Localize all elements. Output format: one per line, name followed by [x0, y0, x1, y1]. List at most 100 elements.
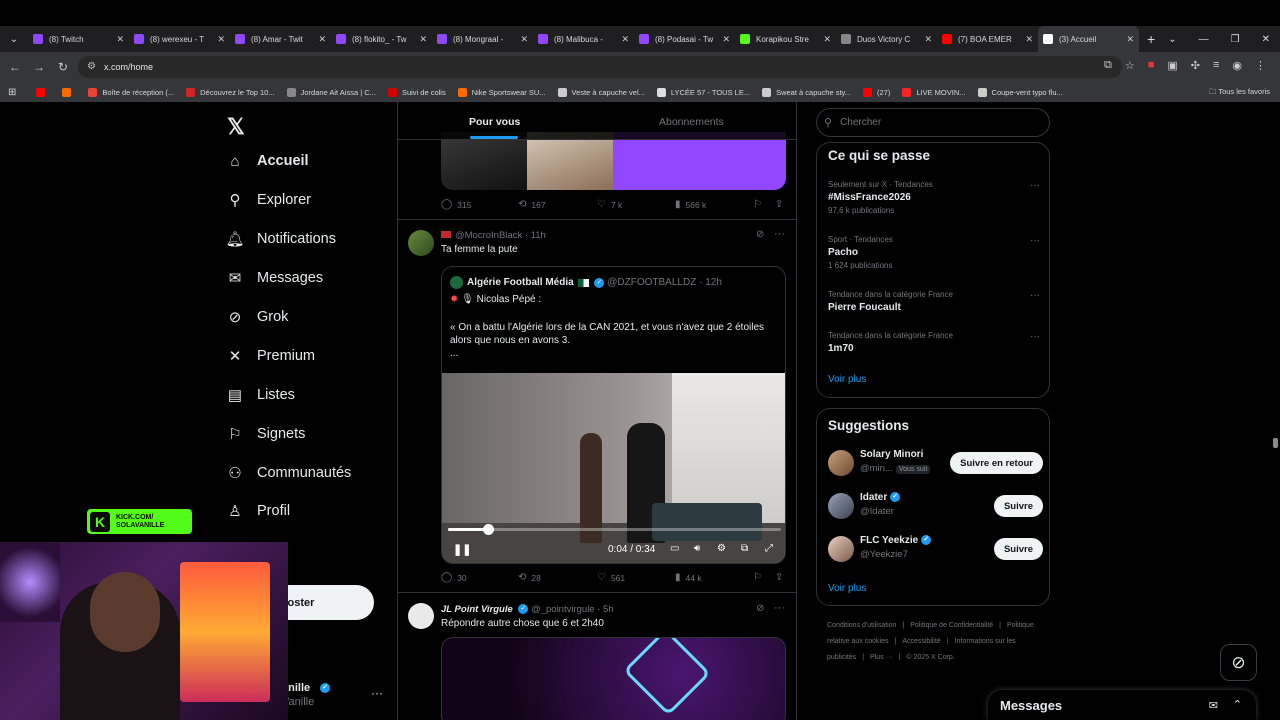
menu-kebab-icon[interactable]: ⋮	[1255, 59, 1266, 72]
bookmark-item[interactable]: LYCÉE 57 - TOUS LE...	[656, 87, 750, 97]
post2-time[interactable]: · 11h	[525, 230, 546, 241]
fullscreen-icon[interactable]: ⤢	[765, 543, 773, 554]
post2-handle[interactable]: @MocroInBlack	[455, 230, 522, 241]
pip-icon[interactable]: ⧉	[741, 543, 748, 554]
tab-close-icon[interactable]: ✕	[722, 34, 730, 45]
sidebar-item-notifications[interactable]: 🔔︎ Notifications	[225, 230, 336, 248]
install-app-icon[interactable]: ⧉	[1104, 59, 1112, 72]
post3-media[interactable]	[441, 637, 786, 720]
trend-item[interactable]: Tendance dans la catégorie France 1m70 ···	[828, 331, 1043, 354]
share-button[interactable]: ⇪	[775, 572, 788, 583]
views-button[interactable]: ▮ 44 k	[675, 572, 702, 583]
browser-tab[interactable]: (8) Mongraal - ✕	[432, 26, 533, 52]
back-icon[interactable]: ←	[3, 60, 27, 74]
sidebar-item-accueil[interactable]: ⌂ Accueil	[226, 152, 308, 170]
share-button[interactable]: ⇪	[775, 199, 788, 210]
sidebar-item-communautés[interactable]: ⚇ Communautés	[226, 464, 351, 482]
tab-close-icon[interactable]: ✕	[924, 34, 932, 45]
bookmark-item[interactable]: Nike Sportswear SU...	[457, 87, 546, 97]
bookmark-item[interactable]: Coupe-vent typo flu...	[977, 87, 1063, 97]
bookmark-item[interactable]: Sweat à capuche sty...	[762, 87, 851, 97]
tab-close-icon[interactable]: ✕	[116, 34, 124, 45]
browser-tab[interactable]: (8) Amar - Twit ✕	[230, 26, 331, 52]
site-info-icon[interactable]: ⚙	[87, 61, 96, 72]
tab-close-icon[interactable]: ✕	[419, 34, 427, 45]
bookmark-star-icon[interactable]: ☆	[1125, 59, 1135, 72]
bookmark-item[interactable]: Jordane Ait Aissa | C...	[286, 87, 376, 97]
tab-close-icon[interactable]: ✕	[318, 34, 326, 45]
trend-more-icon[interactable]: ···	[1030, 290, 1040, 301]
repost-button[interactable]: ⟲ 167	[518, 199, 546, 210]
reply-button[interactable]: ◯ 30	[441, 572, 467, 583]
avatar[interactable]	[408, 603, 434, 629]
post-more-icon[interactable]: ···	[774, 228, 785, 240]
follow-button[interactable]: Suivre	[993, 538, 1043, 560]
video-seek-knob[interactable]	[482, 524, 494, 535]
extensions-puzzle-icon[interactable]: ✣	[1191, 59, 1200, 72]
all-bookmarks[interactable]: 🗀︎ Tous les favoris	[1209, 86, 1270, 99]
grok-fab-icon[interactable]: ⊘	[1220, 644, 1257, 681]
new-tab-button[interactable]: +	[1147, 31, 1155, 47]
suggestions-see-more[interactable]: Voir plus	[828, 583, 866, 594]
browser-tab[interactable]: (7) BOA EMER ✕	[937, 26, 1038, 52]
bookmark-item[interactable]: LIVE MOVIN...	[902, 87, 966, 97]
quoted-post[interactable]: Algérie Football Média ✓ @DZFOOTBALLDZ ·…	[441, 266, 786, 564]
close-window-icon[interactable]: ✕	[1262, 34, 1270, 45]
settings-icon[interactable]: ⚙	[717, 543, 726, 554]
apps-grid-icon[interactable]: ⊞	[8, 87, 16, 98]
bookmark-item[interactable]: (27)	[863, 87, 890, 97]
avatar[interactable]	[828, 493, 854, 519]
suggestion-item[interactable]: Idater ✓ @Idater Suivre	[828, 491, 1043, 521]
bookmark-item[interactable]: Boîte de réception (...	[88, 87, 174, 97]
footer-link[interactable]: Conditions d'utilisation	[827, 622, 896, 629]
forward-icon[interactable]: →	[27, 60, 51, 74]
post-more-icon[interactable]: ···	[774, 602, 785, 614]
tab-close-icon[interactable]: ✕	[520, 34, 528, 45]
tab-close-icon[interactable]: ✕	[1126, 34, 1134, 45]
trend-item[interactable]: Sport · Tendances Pacho 1 624 publications…	[828, 235, 1043, 270]
browser-tab[interactable]: Korapikou Stre ✕	[735, 26, 836, 52]
pause-icon[interactable]: ❚❚	[453, 543, 471, 556]
media-control-icon[interactable]: ≡	[1213, 59, 1219, 72]
tab-for-you[interactable]: Pour vous	[469, 116, 520, 128]
captions-icon[interactable]: ▭	[670, 543, 679, 554]
follow-button[interactable]: Suivre	[993, 495, 1043, 517]
volume-icon[interactable]: 🔊︎	[694, 543, 700, 554]
sidebar-item-grok[interactable]: ⊘ Grok	[226, 308, 289, 326]
bookmark-button[interactable]: ⚐	[753, 199, 767, 210]
post1-image-1[interactable]	[441, 132, 527, 190]
trend-more-icon[interactable]: ···	[1030, 180, 1040, 191]
trend-more-icon[interactable]: ···	[1030, 331, 1040, 342]
post3-name[interactable]: JL Point Virgule	[441, 604, 513, 615]
avatar[interactable]	[828, 450, 854, 476]
x-logo-icon[interactable]: 𝕏	[227, 114, 245, 140]
more-icon[interactable]: ···	[371, 686, 383, 700]
trend-item[interactable]: Seulement sur X · Tendances #MissFrance20…	[828, 180, 1043, 215]
bookmark-item[interactable]: Veste à capuche vel...	[557, 87, 645, 97]
browser-tab[interactable]: (8) Malibuca - ✕	[533, 26, 634, 52]
grok-analyze-icon[interactable]: ⊘	[756, 229, 764, 240]
repost-button[interactable]: ⟲ 28	[518, 572, 541, 583]
trend-item[interactable]: Tendance dans la catégorie France Pierre …	[828, 290, 1043, 313]
suggestion-item[interactable]: FLC Yeekzie ✓ @Yeekzie7 Suivre	[828, 534, 1043, 564]
reply-button[interactable]: ◯ 315	[441, 199, 471, 210]
expand-icon[interactable]: ⌃	[1233, 698, 1242, 711]
post3-handle[interactable]: @_pointvirgule	[531, 604, 595, 615]
extension-icon[interactable]: ■	[1148, 59, 1155, 72]
browser-tab[interactable]: (8) werexeu - T ✕	[129, 26, 230, 52]
tab-close-icon[interactable]: ✕	[217, 34, 225, 45]
bookmark-item[interactable]: Suivi de colis	[387, 87, 446, 97]
like-button[interactable]: ♡ 7 k	[597, 199, 622, 210]
search-box[interactable]: ⚲ Chercher	[816, 108, 1050, 137]
footer-link[interactable]: © 2025 X Corp.	[906, 654, 954, 661]
sidebar-item-explorer[interactable]: ⚲ Explorer	[226, 191, 312, 209]
minimize-icon[interactable]: —	[1199, 34, 1209, 45]
restore-icon[interactable]: ❐	[1231, 34, 1240, 45]
tab-search-dropdown-icon[interactable]: ⌄	[1168, 34, 1176, 45]
avatar[interactable]	[408, 230, 434, 256]
footer-link[interactable]: Plus ···	[870, 654, 893, 661]
sidebar-item-profil[interactable]: ♙ Profil	[226, 502, 290, 520]
tab-close-icon[interactable]: ✕	[621, 34, 629, 45]
sidebar-item-listes[interactable]: ▤ Listes	[226, 386, 295, 404]
tab-search-icon[interactable]: ⌄	[0, 34, 28, 45]
